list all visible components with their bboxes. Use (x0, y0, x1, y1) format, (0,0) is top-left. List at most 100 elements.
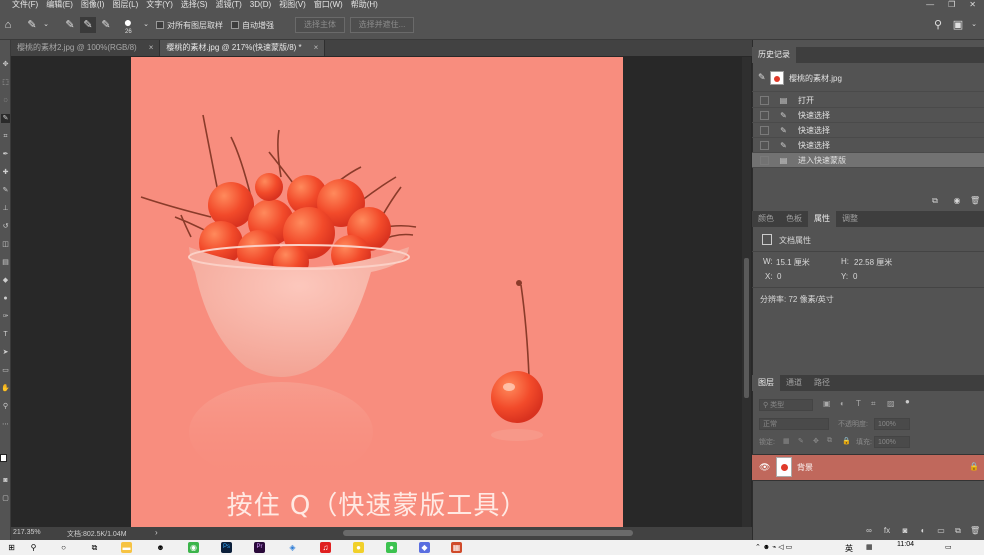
menu-image[interactable]: 图像(I) (81, 0, 105, 10)
start-icon[interactable]: ⊞ (6, 542, 17, 553)
hand-tool-icon[interactable]: ✋ (1, 384, 10, 393)
menu-type[interactable]: 文字(Y) (146, 0, 173, 10)
select-and-mask-button[interactable]: 选择并遮住... (350, 17, 414, 33)
history-item[interactable]: ✎ 快速选择 (752, 138, 984, 153)
screen-mode-icon[interactable]: ▢ (1, 494, 10, 503)
visibility-eye-icon[interactable]: 👁 (759, 462, 770, 473)
crop-tool-icon[interactable]: ⌗ (1, 132, 10, 141)
netease-music-icon[interactable]: ♫ (320, 542, 331, 553)
filter-smart-object-icon[interactable]: ▨ (887, 399, 895, 408)
menu-view[interactable]: 视图(V) (279, 0, 306, 10)
cortana-icon[interactable]: ○ (58, 542, 69, 553)
select-subject-button[interactable]: 选择主体 (295, 17, 345, 33)
adjustment-layer-icon[interactable]: ◐ (918, 526, 928, 536)
history-snapshot[interactable]: ✎ 樱桃的素材.jpg (752, 64, 984, 92)
ime-indicator[interactable]: 英 (845, 543, 853, 554)
history-source-box[interactable] (760, 140, 769, 150)
layer-style-fx-icon[interactable]: fx (882, 526, 892, 536)
new-selection-icon[interactable]: ✎ (62, 17, 78, 33)
history-source-box[interactable] (760, 155, 769, 165)
delete-layer-icon[interactable]: 🗑 (970, 526, 980, 536)
vertical-scrollbar-thumb[interactable] (744, 258, 749, 398)
menu-edit[interactable]: 编辑(E) (46, 0, 73, 10)
stamp-tool-icon[interactable]: ⊥ (1, 204, 10, 213)
notification-icon[interactable]: ▭ (945, 543, 952, 551)
new-group-icon[interactable]: ▭ (936, 526, 946, 536)
close-window-icon[interactable]: ✕ (969, 0, 976, 10)
premiere-icon[interactable]: Pr (254, 542, 265, 553)
lock-pixels-icon[interactable]: ✎ (798, 437, 804, 445)
brush-options-chevron-icon[interactable]: ⌄ (138, 17, 154, 33)
layer-name[interactable]: 背景 (797, 462, 813, 473)
tab-history[interactable]: 历史记录 (752, 47, 796, 63)
eyedropper-tool-icon[interactable]: ✒ (1, 150, 10, 159)
move-tool-icon[interactable]: ✥ (1, 60, 10, 69)
height-value[interactable]: 22.58 厘米 (854, 257, 892, 268)
app-icon[interactable]: ▦ (451, 542, 462, 553)
filter-type-icon[interactable]: T (856, 399, 861, 408)
qq-icon[interactable]: ☻ (155, 542, 166, 553)
y-value[interactable]: 0 (853, 272, 857, 281)
app-icon[interactable]: ● (353, 542, 364, 553)
lock-all-icon[interactable]: 🔒 (842, 437, 851, 445)
history-item[interactable]: ✎ 快速选择 (752, 123, 984, 138)
marquee-tool-icon[interactable]: ⬚ (1, 78, 10, 87)
menu-3d[interactable]: 3D(D) (250, 0, 271, 10)
menu-layer[interactable]: 图层(L) (112, 0, 138, 10)
tab-swatches[interactable]: 色板 (780, 211, 808, 227)
layer-filter-select[interactable]: ⚲ 类型 (759, 399, 813, 411)
width-value[interactable]: 15.1 厘米 (776, 257, 810, 268)
quick-select-tool-icon[interactable]: ✎ (1, 114, 10, 123)
filter-shape-icon[interactable]: ⌗ (871, 399, 876, 409)
delete-icon[interactable]: 🗑 (970, 196, 980, 206)
history-source-box[interactable] (760, 95, 769, 105)
subtract-from-selection-icon[interactable]: ✎ (98, 17, 114, 33)
workspace-icon[interactable]: ▣ (950, 17, 966, 33)
dodge-tool-icon[interactable]: ● (1, 294, 10, 303)
tab-paths[interactable]: 路径 (808, 375, 836, 391)
snapshot-camera-icon[interactable]: ◉ (952, 196, 962, 206)
brush-preview-icon[interactable]: ● (120, 14, 136, 30)
ime-mode-icon[interactable]: ▦ (866, 543, 873, 551)
tab-cherry-2[interactable]: 樱桃的素材2.jpg @ 100%(RGB/8) × (11, 40, 161, 56)
history-source-box[interactable] (760, 110, 769, 120)
path-select-tool-icon[interactable]: ➤ (1, 348, 10, 357)
blur-tool-icon[interactable]: ◆ (1, 276, 10, 285)
new-layer-icon[interactable]: ⧉ (953, 526, 963, 536)
filter-adjustment-icon[interactable]: ◐ (840, 399, 845, 408)
auto-enhance-checkbox[interactable] (231, 21, 239, 29)
tab-channels[interactable]: 通道 (780, 375, 808, 391)
history-item[interactable]: ✎ 快速选择 (752, 108, 984, 123)
zoom-level[interactable]: 217.35% (13, 529, 41, 536)
tab-adjustments[interactable]: 调整 (836, 211, 864, 227)
home-icon[interactable]: ⌂ (0, 17, 16, 33)
search-icon[interactable]: ⚲ (930, 17, 946, 33)
blend-mode-select[interactable]: 正常 (759, 418, 829, 430)
brush-tool-icon[interactable]: ✎ (1, 186, 10, 195)
filter-toggle-icon[interactable]: ● (905, 397, 910, 406)
link-layers-icon[interactable]: ∞ (864, 526, 874, 536)
add-to-selection-icon[interactable]: ✎ (80, 17, 96, 33)
lasso-tool-icon[interactable]: ◌ (1, 96, 10, 105)
menu-help[interactable]: 帮助(H) (351, 0, 378, 10)
app-icon[interactable]: ◈ (287, 542, 298, 553)
fill-input[interactable]: 100% (874, 436, 910, 448)
menu-select[interactable]: 选择(S) (181, 0, 208, 10)
menu-file[interactable]: 文件(F) (12, 0, 38, 10)
lock-artboard-icon[interactable]: ⧉ (827, 437, 832, 445)
image-canvas[interactable]: 按住 Q（快速蒙版工具） (131, 57, 623, 527)
app-icon[interactable]: ● (386, 542, 397, 553)
history-item-selected[interactable]: ▤ 进入快速蒙版 (752, 153, 984, 168)
workspace-chevron-icon[interactable]: ⌄ (966, 17, 982, 33)
chevron-down-icon[interactable]: ⌄ (38, 17, 54, 33)
close-tab-icon[interactable]: × (149, 40, 154, 56)
type-tool-icon[interactable]: T (1, 330, 10, 339)
zoom-tool-icon[interactable]: ⚲ (1, 402, 10, 411)
search-icon[interactable]: ⚲ (28, 542, 39, 553)
add-mask-icon[interactable]: ◙ (900, 526, 910, 536)
menu-filter[interactable]: 滤镜(T) (216, 0, 242, 10)
healing-tool-icon[interactable]: ✚ (1, 168, 10, 177)
app-icon[interactable]: ◆ (419, 542, 430, 553)
new-document-from-state-icon[interactable]: ⧉ (930, 196, 940, 206)
opacity-input[interactable]: 100% (874, 418, 910, 430)
